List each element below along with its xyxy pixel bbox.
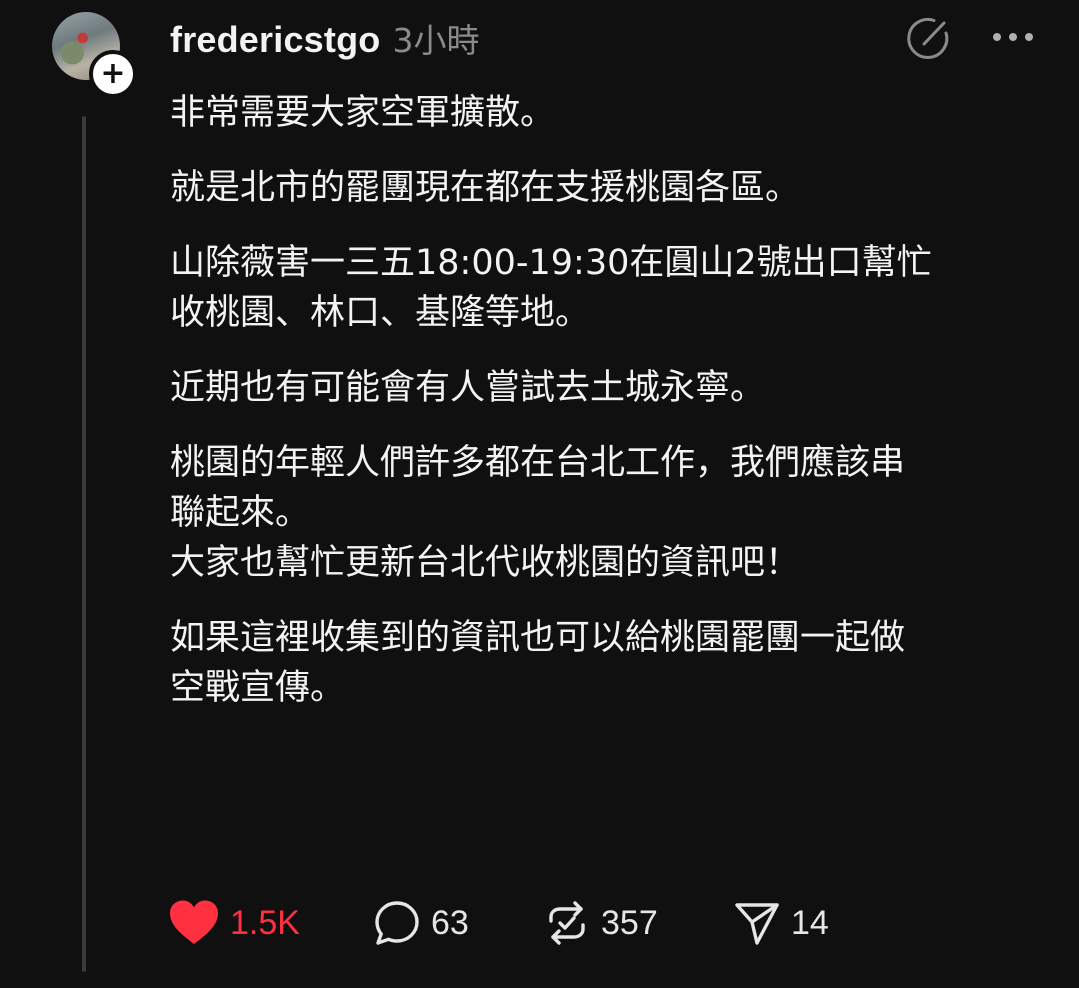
post-paragraph: 如果這裡收集到的資訊也可以給桃園罷團一起做 空戰宣傳。: [170, 618, 906, 708]
comment-count: 63: [431, 903, 469, 942]
edit-icon[interactable]: [904, 14, 952, 62]
post-paragraph: 桃園的年輕人們許多都在台北工作，我們應該串 聯起來。 大家也幫忙更新台北代收桃園…: [170, 443, 906, 583]
plus-icon: +: [100, 56, 126, 91]
more-icon[interactable]: [990, 30, 1036, 44]
repost-count: 357: [601, 903, 658, 942]
thread-line: [82, 116, 86, 972]
repost-button[interactable]: 357: [543, 899, 733, 947]
post-paragraph: 山除薇害一三五18:00-19:30在圓山2號出口幫忙 收桃園、林口、基隆等地。: [170, 243, 932, 333]
post-timestamp: 3小時: [392, 21, 480, 60]
post-text: 非常需要大家空軍擴散。 就是北市的罷團現在都在支援桃園各區。 山除薇害一三五18…: [170, 88, 1050, 738]
comment-button[interactable]: 63: [373, 899, 543, 947]
action-bar: 1.5K 63 357 14: [168, 895, 829, 951]
share-button[interactable]: 14: [733, 899, 829, 947]
heart-icon: [170, 900, 218, 944]
post-paragraph: 近期也有可能會有人嘗試去土城永寧。: [170, 368, 766, 408]
like-button[interactable]: 1.5K: [168, 899, 373, 947]
username-link[interactable]: fredericstgo: [170, 19, 380, 61]
like-count: 1.5K: [230, 903, 300, 942]
share-count: 14: [791, 903, 829, 942]
follow-button[interactable]: +: [89, 50, 137, 98]
comment-icon: [375, 901, 419, 945]
share-icon: [735, 903, 779, 945]
repost-icon: [549, 901, 585, 945]
post-paragraph: 就是北市的罷團現在都在支援桃園各區。: [170, 168, 801, 208]
post-header: fredericstgo 3小時: [170, 14, 479, 64]
post-paragraph: 非常需要大家空軍擴散。: [170, 93, 556, 133]
